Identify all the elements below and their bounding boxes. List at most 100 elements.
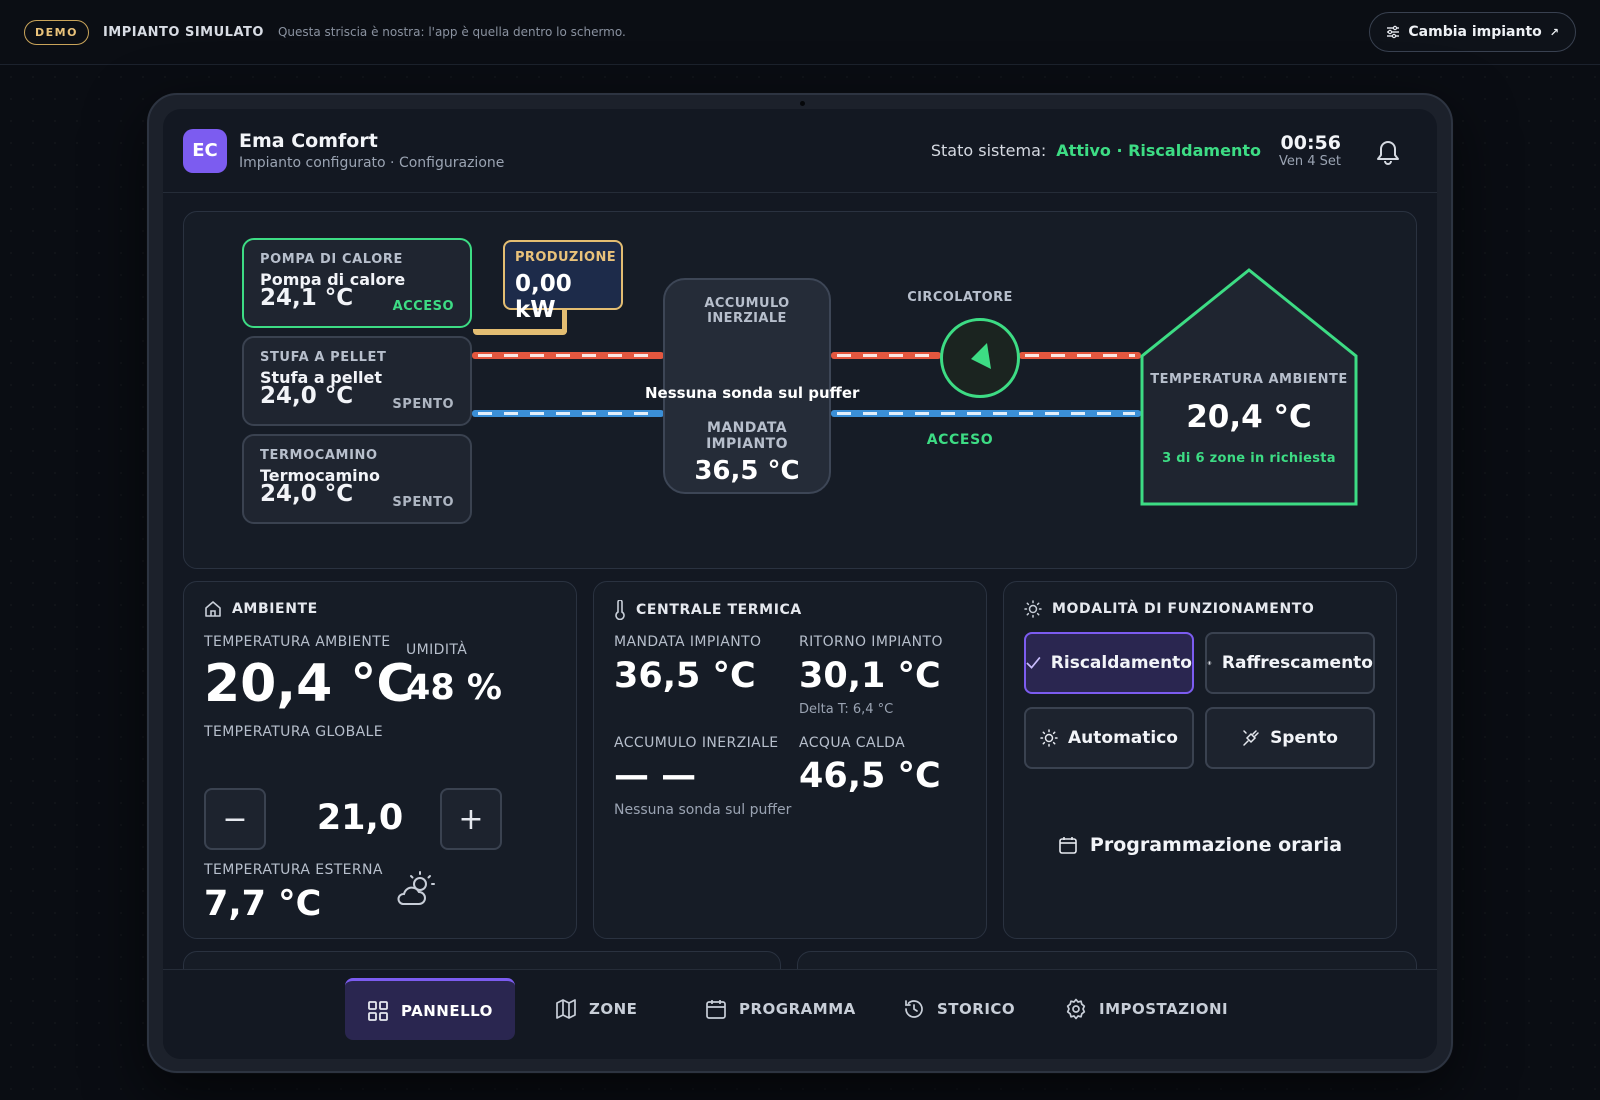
increase-button[interactable]: + [440, 788, 502, 850]
source-fireplace[interactable]: TERMOCAMINO Termocamino 24,0 °C SPENTO [242, 434, 472, 524]
production-connector [473, 329, 567, 335]
calendar-icon [1059, 837, 1077, 854]
system-diagram: POMPA DI CALORE Pompa di calore 24,1 °C … [183, 211, 1417, 569]
delta-t: Delta T: 6,4 °C [799, 702, 894, 717]
outdoor-temp-value: 7,7 °C [204, 884, 322, 924]
supply-pipe-right [1019, 352, 1141, 359]
partly-cloudy-icon [397, 871, 435, 905]
schedule-link[interactable]: Programmazione oraria [1004, 834, 1396, 856]
mode-heating-button[interactable]: Riscaldamento [1024, 632, 1194, 694]
return-value: 30,1 °C [799, 656, 941, 696]
buffer-label: ACCUMULO INERZIALE [614, 735, 779, 751]
clock-time: 00:56 [1280, 132, 1341, 154]
buffer-tank[interactable]: ACCUMULO INERZIALE Nessuna sonda sul puf… [645, 278, 859, 494]
setpoint-value: 21,0 [316, 798, 404, 838]
circulator-pump[interactable] [940, 318, 1020, 398]
schedule-label: Programmazione oraria [1089, 834, 1343, 856]
nav-pannello-label: PANNELLO [401, 1001, 493, 1020]
source-type: TERMOCAMINO [260, 448, 378, 463]
mode-card: MODALITÀ DI FUNZIONAMENTO Riscaldamento … [1003, 581, 1397, 939]
decrease-button[interactable]: − [204, 788, 266, 850]
nav-pannello[interactable]: PANNELLO [345, 978, 515, 1040]
mode-auto-button[interactable]: Automatico [1024, 707, 1194, 769]
production-value: 0,00 kW [515, 271, 572, 323]
circulator-label: CIRCOLATORE [907, 290, 1013, 305]
humidity-label: UMIDITÀ [406, 642, 468, 658]
snowflake-icon [1207, 660, 1212, 666]
room-temp-value: 20,4 °C [204, 654, 415, 714]
source-state: SPENTO [392, 397, 454, 412]
source-state: SPENTO [392, 495, 454, 510]
app-name: Ema Comfort [239, 130, 378, 152]
source-heat-pump[interactable]: POMPA DI CALORE Pompa di calore 24,1 °C … [242, 238, 472, 328]
outdoor-temp-label: TEMPERATURA ESTERNA [204, 862, 383, 878]
mode-heating-label: Riscaldamento [1050, 653, 1192, 673]
mode-header: MODALITÀ DI FUNZIONAMENTO [1024, 600, 1376, 618]
nav-zone[interactable]: ZONE [533, 978, 659, 1040]
production-label: PRODUZIONE [515, 250, 617, 265]
centrale-header: CENTRALE TERMICA [614, 600, 966, 620]
return-pipe-left [472, 410, 664, 417]
check-icon [1026, 656, 1041, 669]
history-icon [905, 1000, 923, 1018]
clock: 00:56 Ven 4 Set [1279, 132, 1341, 169]
circulator-state: ACCESO [926, 432, 994, 448]
status-area: Stato sistema: Attivo · Riscaldamento 00… [931, 132, 1417, 169]
external-arrow-icon: ↗ [1549, 25, 1559, 39]
centrale-title: CENTRALE TERMICA [636, 602, 802, 618]
bell-icon[interactable] [1375, 137, 1401, 165]
tablet-frame: EC Ema Comfort Impianto configurato · Co… [147, 93, 1453, 1073]
nav-impostazioni[interactable]: IMPOSTAZIONI [1043, 978, 1250, 1040]
return-pipe-right [831, 410, 1141, 417]
home-icon [205, 601, 221, 617]
mode-cooling-button[interactable]: Raffrescamento [1205, 632, 1375, 694]
buffer-value: — — [614, 756, 697, 796]
ambiente-title: AMBIENTE [232, 601, 318, 617]
house-zones: 3 di 6 zone in richiesta [1162, 451, 1336, 466]
camera-dot [800, 101, 805, 106]
tank-supply-label: MANDATA IMPIANTO [706, 420, 788, 452]
supply-pipe-left [472, 352, 664, 359]
tank-message: Nessuna sonda sul puffer [645, 384, 860, 402]
centrale-card: CENTRALE TERMICA MANDATA IMPIANTO 36,5 °… [593, 581, 987, 939]
app-screen: EC Ema Comfort Impianto configurato · Co… [163, 109, 1437, 1059]
supply-label: MANDATA IMPIANTO [614, 634, 762, 650]
nav-programma[interactable]: PROGRAMMA [683, 978, 878, 1040]
hot-water-label: ACQUA CALDA [799, 735, 906, 751]
map-icon [556, 999, 576, 1019]
room-temp-label: TEMPERATURA AMBIENTE [204, 634, 391, 650]
grid-icon [368, 1000, 388, 1021]
app-header: EC Ema Comfort Impianto configurato · Co… [163, 109, 1437, 193]
app-subtitle: Impianto configurato · Configurazione [239, 155, 505, 171]
demo-strip: DEMO IMPIANTO SIMULATO Questa striscia è… [0, 0, 1600, 65]
house-info: TEMPERATURA AMBIENTE 20,4 °C 3 di 6 zone… [1139, 372, 1359, 466]
nav-storico[interactable]: STORICO [881, 978, 1037, 1040]
source-pellet-stove[interactable]: STUFA A PELLET Stufa a pellet 24,0 °C SP… [242, 336, 472, 426]
nav-programma-label: PROGRAMMA [739, 1000, 856, 1018]
tank-title: ACCUMULO INERZIALE [704, 296, 790, 326]
strip-title: IMPIANTO SIMULATO [102, 24, 264, 40]
mode-off-label: Spento [1270, 728, 1338, 748]
change-plant-label: Cambia impianto [1408, 24, 1542, 40]
sliders-icon [1387, 25, 1400, 39]
pump-arrow-icon [971, 343, 991, 369]
sun-icon [1024, 600, 1042, 618]
mode-off-button[interactable]: Spento [1205, 707, 1375, 769]
status-value: Attivo · Riscaldamento [1056, 141, 1261, 160]
calendar-icon [706, 1000, 726, 1019]
tank-supply-value: 36,5 °C [694, 456, 800, 486]
status-label: Stato sistema: [930, 141, 1047, 160]
production-box: PRODUZIONE 0,00 kW [503, 240, 623, 323]
nav-storico-label: STORICO [937, 1000, 1016, 1018]
house-label: TEMPERATURA AMBIENTE [1150, 372, 1348, 387]
mode-cooling-label: Raffrescamento [1221, 653, 1373, 673]
sun-icon [1040, 729, 1058, 747]
mode-title: MODALITÀ DI FUNZIONAMENTO [1052, 601, 1315, 617]
hot-water-value: 46,5 °C [799, 756, 941, 796]
nav-zone-label: ZONE [589, 1000, 638, 1018]
global-temp-label: TEMPERATURA GLOBALE [204, 724, 383, 740]
mode-auto-label: Automatico [1068, 728, 1178, 748]
buffer-note: Nessuna sonda sul puffer [614, 802, 792, 818]
house-temp: 20,4 °C [1186, 399, 1312, 435]
change-plant-button[interactable]: Cambia impianto ↗ [1369, 12, 1576, 52]
